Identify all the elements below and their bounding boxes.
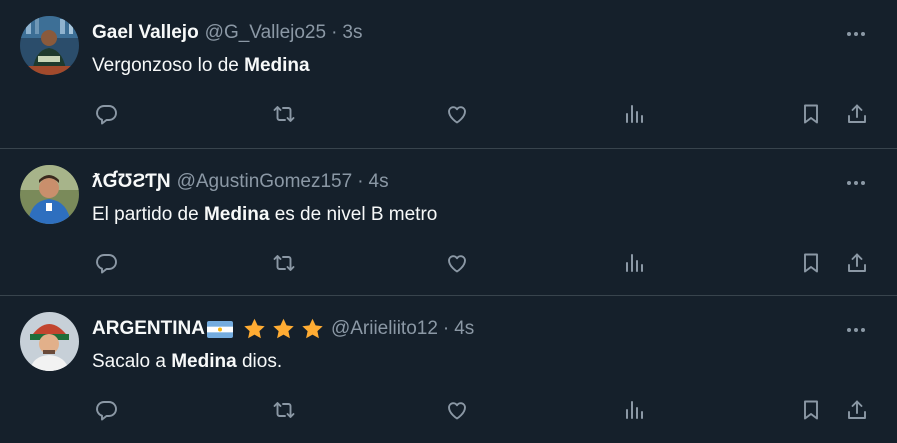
- tweet[interactable]: Gael Vallejo @G_Vallejo25 · 3s Vergonzos…: [0, 0, 897, 149]
- display-name[interactable]: ARGENTINA: [92, 318, 205, 340]
- more-options-icon[interactable]: [844, 171, 868, 195]
- tweet-text-part: Sacalo a: [92, 351, 172, 372]
- tweet-text: El partido de Medina es de nivel B metro: [92, 204, 437, 226]
- more-options-icon[interactable]: [844, 318, 868, 342]
- like-icon[interactable]: [443, 249, 471, 277]
- retweet-icon[interactable]: [270, 249, 298, 277]
- retweet-icon[interactable]: [270, 100, 298, 128]
- more-options-icon[interactable]: [844, 22, 868, 46]
- argentina-flag-icon: [206, 320, 233, 338]
- tweet-text: Sacalo a Medina dios.: [92, 351, 282, 373]
- timestamp[interactable]: 4s: [369, 171, 389, 193]
- tweet-header: ƛƓƱƧƬƝ @AgustinGomez157 · 4s: [92, 169, 389, 195]
- timestamp[interactable]: 3s: [342, 22, 362, 44]
- views-icon[interactable]: [620, 249, 648, 277]
- views-icon[interactable]: [620, 100, 648, 128]
- separator: ·: [357, 171, 364, 192]
- tweet-header: Gael Vallejo @G_Vallejo25 · 3s: [92, 20, 362, 46]
- tweet-text-bold: Medina: [244, 55, 310, 76]
- tweet-text-part: El partido de: [92, 204, 204, 225]
- bookmark-icon[interactable]: [797, 100, 825, 128]
- like-icon[interactable]: [443, 396, 471, 424]
- user-handle[interactable]: @Ariieliito12: [331, 318, 438, 340]
- tweet[interactable]: ƛƓƱƧƬƝ @AgustinGomez157 · 4s El partido …: [0, 149, 897, 296]
- star-emojis: [238, 317, 325, 341]
- bookmark-icon[interactable]: [797, 396, 825, 424]
- star-icon: [300, 317, 325, 341]
- tweet-actions: [0, 249, 897, 277]
- avatar[interactable]: [20, 312, 79, 371]
- reply-icon[interactable]: [93, 396, 121, 424]
- tweet-text-bold: Medina: [171, 351, 237, 372]
- tweet-text-part: dios.: [236, 351, 283, 372]
- tweet-header: ARGENTINA @Ariieliito12 · 4s: [92, 316, 474, 342]
- avatar[interactable]: [20, 165, 79, 224]
- share-icon[interactable]: [843, 100, 871, 128]
- share-icon[interactable]: [843, 249, 871, 277]
- like-icon[interactable]: [443, 100, 471, 128]
- display-name[interactable]: Gael Vallejo: [92, 22, 199, 44]
- tweet-text-part: Vergonzoso lo de: [92, 55, 245, 76]
- tweet-actions: [0, 396, 897, 424]
- bookmark-icon[interactable]: [797, 249, 825, 277]
- user-handle[interactable]: @AgustinGomez157: [177, 171, 353, 193]
- separator: ·: [331, 22, 338, 43]
- star-icon: [242, 317, 267, 341]
- tweet-actions: [0, 100, 897, 128]
- display-name[interactable]: ƛƓƱƧƬƝ: [92, 171, 171, 193]
- tweet-feed: Gael Vallejo @G_Vallejo25 · 3s Vergonzos…: [0, 0, 897, 443]
- avatar[interactable]: [20, 16, 79, 75]
- tweet[interactable]: ARGENTINA @Ariieliito12 · 4s Sacalo a Me…: [0, 296, 897, 443]
- tweet-text-part: es de nivel B metro: [269, 204, 438, 225]
- reply-icon[interactable]: [93, 100, 121, 128]
- retweet-icon[interactable]: [270, 396, 298, 424]
- views-icon[interactable]: [620, 396, 648, 424]
- reply-icon[interactable]: [93, 249, 121, 277]
- share-icon[interactable]: [843, 396, 871, 424]
- star-icon: [271, 317, 296, 341]
- tweet-text-bold: Medina: [203, 204, 270, 225]
- user-handle[interactable]: @G_Vallejo25: [205, 22, 326, 44]
- timestamp[interactable]: 4s: [454, 318, 474, 340]
- separator: ·: [442, 318, 450, 339]
- tweet-text: Vergonzoso lo de Medina: [92, 55, 310, 77]
